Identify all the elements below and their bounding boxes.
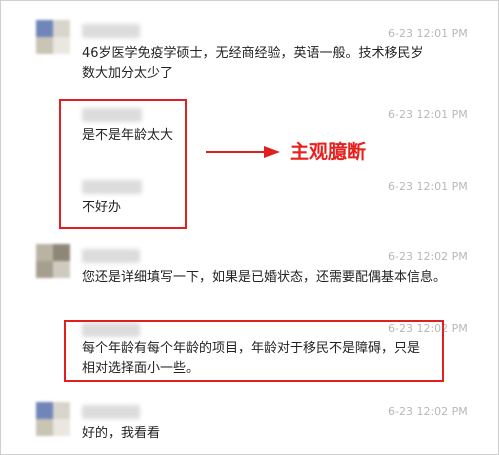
- arrow-icon: [206, 146, 280, 158]
- avatar[interactable]: [36, 244, 70, 278]
- highlight-box: [64, 320, 444, 382]
- sender-name-blurred: [82, 24, 140, 38]
- message-text: 好的，我看看: [82, 426, 161, 441]
- message-time: 6-23 12:02 PM: [388, 405, 468, 418]
- message-text: 您还是详细填写一下，如果是已婚状态，还需要配偶基本信息。: [82, 270, 447, 285]
- avatar[interactable]: [36, 20, 70, 54]
- message-time: 6-23 12:01 PM: [388, 180, 468, 193]
- message-time: 6-23 12:01 PM: [388, 108, 468, 121]
- annotation-label: 主观臆断: [290, 141, 367, 163]
- message-time: 6-23 12:02 PM: [388, 250, 468, 263]
- sender-name-blurred: [82, 249, 140, 263]
- avatar[interactable]: [36, 402, 70, 436]
- sender-name-blurred: [82, 405, 140, 419]
- message-time: 6-23 12:01 PM: [388, 27, 468, 40]
- highlight-box: [59, 99, 187, 229]
- message-text: 46岁医学免疫学硕士，无经商经验，英语一般。技术移民岁数大加分太少了: [82, 46, 424, 81]
